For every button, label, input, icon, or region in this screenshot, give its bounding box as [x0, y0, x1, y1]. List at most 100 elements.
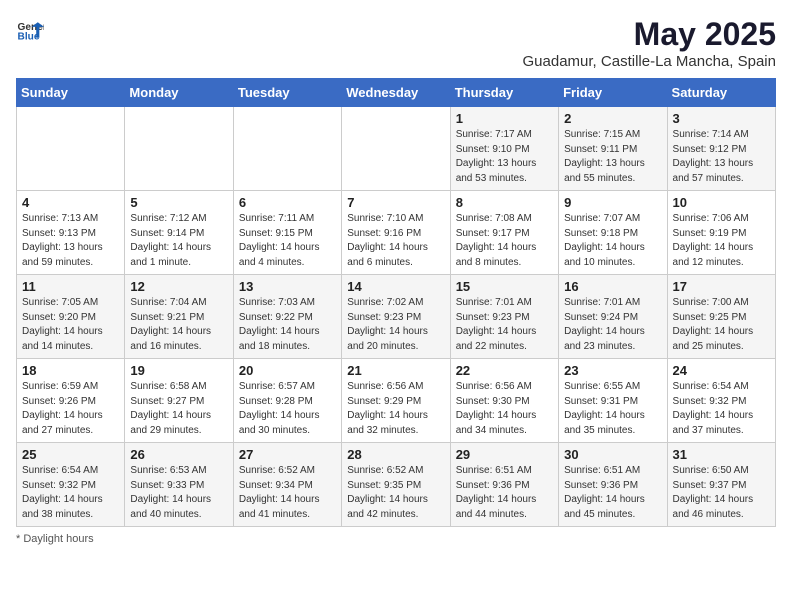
day-number: 9 [564, 195, 661, 210]
calendar-cell: 14 Sunrise: 7:02 AM Sunset: 9:23 PM Dayli… [342, 275, 450, 359]
day-info: Sunrise: 7:03 AM Sunset: 9:22 PM Dayligh… [239, 296, 336, 354]
calendar-cell: 13 Sunrise: 7:03 AM Sunset: 9:22 PM Dayli… [233, 275, 341, 359]
day-info: Sunrise: 6:52 AM Sunset: 9:35 PM Dayligh… [347, 464, 444, 522]
day-number: 12 [130, 279, 227, 294]
day-info: Sunrise: 7:17 AM Sunset: 9:10 PM Dayligh… [456, 128, 553, 186]
calendar-cell [342, 107, 450, 191]
day-number: 4 [22, 195, 119, 210]
page-header: General Blue May 2025 Guadamur, Castille… [16, 16, 776, 70]
day-info: Sunrise: 7:00 AM Sunset: 9:25 PM Dayligh… [673, 296, 770, 354]
day-number: 29 [456, 447, 553, 462]
calendar-week-row: 1 Sunrise: 7:17 AM Sunset: 9:10 PM Daylig… [17, 107, 776, 191]
day-number: 26 [130, 447, 227, 462]
day-number: 25 [22, 447, 119, 462]
day-number: 18 [22, 363, 119, 378]
calendar-cell [233, 107, 341, 191]
day-info: Sunrise: 7:10 AM Sunset: 9:16 PM Dayligh… [347, 212, 444, 270]
calendar-cell: 1 Sunrise: 7:17 AM Sunset: 9:10 PM Daylig… [450, 107, 558, 191]
day-of-week-header: Friday [559, 79, 667, 107]
calendar-cell: 21 Sunrise: 6:56 AM Sunset: 9:29 PM Dayli… [342, 359, 450, 443]
logo-icon: General Blue [16, 16, 44, 44]
day-info: Sunrise: 7:04 AM Sunset: 9:21 PM Dayligh… [130, 296, 227, 354]
calendar-week-row: 11Sunrise: 7:05 AM Sunset: 9:20 PM Dayli… [17, 275, 776, 359]
day-info: Sunrise: 6:57 AM Sunset: 9:28 PM Dayligh… [239, 380, 336, 438]
calendar-cell: 25 Sunrise: 6:54 AM Sunset: 9:32 PM Dayli… [17, 443, 125, 527]
day-info: Sunrise: 7:02 AM Sunset: 9:23 PM Dayligh… [347, 296, 444, 354]
day-info: Sunrise: 6:54 AM Sunset: 9:32 PM Dayligh… [22, 464, 119, 522]
day-number: 30 [564, 447, 661, 462]
calendar-cell: 31Sunrise: 6:50 AM Sunset: 9:37 PM Dayli… [667, 443, 775, 527]
calendar-table: SundayMondayTuesdayWednesdayThursdayFrid… [16, 78, 776, 527]
day-number: 1 [456, 111, 553, 126]
day-info: Sunrise: 7:06 AM Sunset: 9:19 PM Dayligh… [673, 212, 770, 270]
calendar-cell: 28 Sunrise: 6:52 AM Sunset: 9:35 PM Dayli… [342, 443, 450, 527]
day-info: Sunrise: 7:01 AM Sunset: 9:24 PM Dayligh… [564, 296, 661, 354]
title-area: May 2025 Guadamur, Castille-La Mancha, S… [523, 16, 776, 70]
day-number: 6 [239, 195, 336, 210]
day-info: Sunrise: 7:12 AM Sunset: 9:14 PM Dayligh… [130, 212, 227, 270]
day-info: Sunrise: 6:56 AM Sunset: 9:29 PM Dayligh… [347, 380, 444, 438]
day-number: 7 [347, 195, 444, 210]
day-info: Sunrise: 6:55 AM Sunset: 9:31 PM Dayligh… [564, 380, 661, 438]
calendar-cell: 16 Sunrise: 7:01 AM Sunset: 9:24 PM Dayli… [559, 275, 667, 359]
day-info: Sunrise: 7:07 AM Sunset: 9:18 PM Dayligh… [564, 212, 661, 270]
day-info: Sunrise: 7:13 AM Sunset: 9:13 PM Dayligh… [22, 212, 119, 270]
calendar-cell: 4 Sunrise: 7:13 AM Sunset: 9:13 PM Daylig… [17, 191, 125, 275]
day-number: 10 [673, 195, 770, 210]
calendar-cell: 10 Sunrise: 7:06 AM Sunset: 9:19 PM Dayli… [667, 191, 775, 275]
calendar-cell: 2Sunrise: 7:15 AM Sunset: 9:11 PM Daylig… [559, 107, 667, 191]
day-number: 15 [456, 279, 553, 294]
day-of-week-header: Wednesday [342, 79, 450, 107]
calendar-week-row: 25 Sunrise: 6:54 AM Sunset: 9:32 PM Dayli… [17, 443, 776, 527]
day-of-week-header: Tuesday [233, 79, 341, 107]
calendar-cell: 29 Sunrise: 6:51 AM Sunset: 9:36 PM Dayli… [450, 443, 558, 527]
day-number: 28 [347, 447, 444, 462]
calendar-cell: 7 Sunrise: 7:10 AM Sunset: 9:16 PM Daylig… [342, 191, 450, 275]
day-number: 19 [130, 363, 227, 378]
calendar-cell: 27 Sunrise: 6:52 AM Sunset: 9:34 PM Dayli… [233, 443, 341, 527]
calendar-cell: 20 Sunrise: 6:57 AM Sunset: 9:28 PM Dayli… [233, 359, 341, 443]
day-info: Sunrise: 7:05 AM Sunset: 9:20 PM Dayligh… [22, 296, 119, 354]
day-number: 3 [673, 111, 770, 126]
calendar-week-row: 18 Sunrise: 6:59 AM Sunset: 9:26 PM Dayli… [17, 359, 776, 443]
day-info: Sunrise: 7:14 AM Sunset: 9:12 PM Dayligh… [673, 128, 770, 186]
day-of-week-header: Sunday [17, 79, 125, 107]
day-number: 22 [456, 363, 553, 378]
calendar-cell: 30 Sunrise: 6:51 AM Sunset: 9:36 PM Dayli… [559, 443, 667, 527]
day-of-week-header: Monday [125, 79, 233, 107]
day-info: Sunrise: 6:52 AM Sunset: 9:34 PM Dayligh… [239, 464, 336, 522]
calendar-header-row: SundayMondayTuesdayWednesdayThursdayFrid… [17, 79, 776, 107]
day-info: Sunrise: 6:59 AM Sunset: 9:26 PM Dayligh… [22, 380, 119, 438]
day-info: Sunrise: 6:51 AM Sunset: 9:36 PM Dayligh… [456, 464, 553, 522]
day-number: 8 [456, 195, 553, 210]
subtitle: Guadamur, Castille-La Mancha, Spain [523, 53, 776, 70]
day-number: 5 [130, 195, 227, 210]
calendar-cell: 26 Sunrise: 6:53 AM Sunset: 9:33 PM Dayli… [125, 443, 233, 527]
day-number: 27 [239, 447, 336, 462]
calendar-cell: 22 Sunrise: 6:56 AM Sunset: 9:30 PM Dayli… [450, 359, 558, 443]
day-number: 31 [673, 447, 770, 462]
day-number: 20 [239, 363, 336, 378]
day-info: Sunrise: 6:53 AM Sunset: 9:33 PM Dayligh… [130, 464, 227, 522]
day-of-week-header: Saturday [667, 79, 775, 107]
day-number: 14 [347, 279, 444, 294]
calendar-cell: 15Sunrise: 7:01 AM Sunset: 9:23 PM Dayli… [450, 275, 558, 359]
calendar-cell: 8 Sunrise: 7:08 AM Sunset: 9:17 PM Daylig… [450, 191, 558, 275]
day-number: 16 [564, 279, 661, 294]
day-info: Sunrise: 6:54 AM Sunset: 9:32 PM Dayligh… [673, 380, 770, 438]
logo: General Blue [16, 16, 44, 44]
day-of-week-header: Thursday [450, 79, 558, 107]
calendar-cell: 23Sunrise: 6:55 AM Sunset: 9:31 PM Dayli… [559, 359, 667, 443]
main-title: May 2025 [523, 16, 776, 53]
day-number: 13 [239, 279, 336, 294]
day-number: 2 [564, 111, 661, 126]
calendar-cell: 5 Sunrise: 7:12 AM Sunset: 9:14 PM Daylig… [125, 191, 233, 275]
day-info: Sunrise: 6:56 AM Sunset: 9:30 PM Dayligh… [456, 380, 553, 438]
day-number: 21 [347, 363, 444, 378]
day-info: Sunrise: 6:51 AM Sunset: 9:36 PM Dayligh… [564, 464, 661, 522]
calendar-cell: 12 Sunrise: 7:04 AM Sunset: 9:21 PM Dayli… [125, 275, 233, 359]
calendar-cell: 6Sunrise: 7:11 AM Sunset: 9:15 PM Daylig… [233, 191, 341, 275]
calendar-cell: 11Sunrise: 7:05 AM Sunset: 9:20 PM Dayli… [17, 275, 125, 359]
calendar-cell: 3 Sunrise: 7:14 AM Sunset: 9:12 PM Daylig… [667, 107, 775, 191]
day-info: Sunrise: 7:08 AM Sunset: 9:17 PM Dayligh… [456, 212, 553, 270]
